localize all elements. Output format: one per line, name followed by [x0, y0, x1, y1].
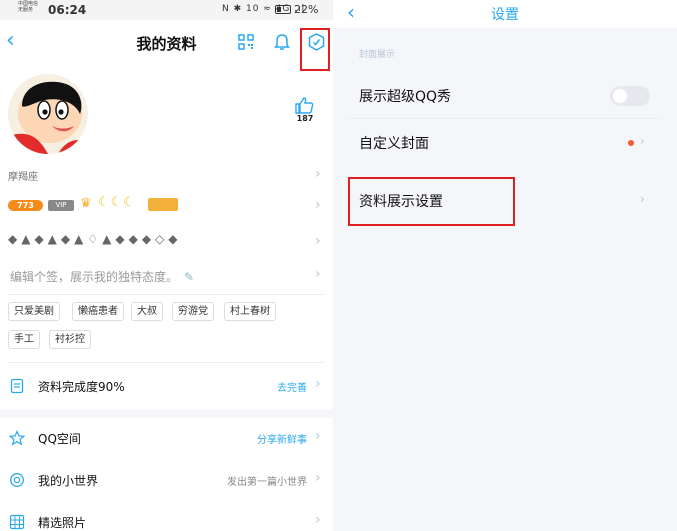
row-super-qq-show[interactable]: 展示超级QQ秀 — [347, 72, 663, 118]
list-item-qzone[interactable]: QQ空间 分享新鲜事 › — [0, 419, 333, 459]
battery-percent: 22% — [294, 3, 319, 16]
status-bar: 中国电信 无服务 06:24 N ✱ 10 ≈ 4G .ıl 22% — [0, 0, 333, 20]
divider — [8, 362, 325, 363]
chevron-right-icon[interactable]: › — [315, 197, 321, 213]
carrier-status: 无服务 — [18, 7, 34, 13]
status-time: 06:24 — [48, 3, 87, 17]
row-custom-cover[interactable]: 自定义封面 › — [347, 119, 663, 165]
list-action: 分享新鲜事 — [257, 435, 307, 446]
highlight-box — [300, 28, 330, 71]
section-gap — [0, 410, 333, 418]
tag-item[interactable]: 只爱美剧 — [8, 302, 60, 321]
list-item-featured-photos[interactable]: 精选照片 › — [0, 503, 333, 531]
battery-icon — [275, 5, 291, 14]
star-icon — [9, 430, 25, 446]
tag-item[interactable]: 穷游党 — [172, 302, 214, 321]
carrier-label: 中国电信 无服务 — [18, 1, 38, 13]
diamond-badges-icon: ◆▲◆▲◆▲♢▲◆◆◆◇◆ — [8, 232, 182, 246]
highlight-box — [348, 177, 515, 226]
tag-item[interactable]: 懒癌患者 — [72, 302, 124, 321]
list-item-profile-completion[interactable]: 资料完成度90% 去完善 › — [0, 367, 333, 407]
chevron-right-icon: › — [315, 428, 321, 444]
chevron-right-icon[interactable]: › — [315, 166, 321, 182]
chevron-right-icon: › — [640, 134, 645, 148]
chevron-right-icon: › — [315, 470, 321, 486]
level-badge: 773 — [8, 200, 43, 211]
grid-icon — [9, 514, 25, 530]
list-label: 资料完成度90% — [38, 380, 125, 394]
chevron-right-icon: › — [315, 512, 321, 528]
vip-badge: VIP — [48, 200, 74, 211]
signature-input[interactable]: 编辑个签，展示我的独特态度。 ✎ — [10, 268, 194, 285]
chevron-right-icon[interactable]: › — [315, 233, 321, 249]
list-label: 精选照片 — [38, 516, 87, 530]
page-title: 设置 — [491, 7, 519, 23]
section-label: 封面展示 — [359, 50, 396, 60]
super-qq-show-toggle[interactable] — [610, 86, 650, 106]
avatar[interactable] — [8, 74, 88, 154]
like-count: 187 — [296, 114, 314, 123]
constellation-label: 摩羯座 — [8, 172, 38, 183]
divider — [8, 294, 325, 295]
settings-header: ‹ 设置 — [333, 0, 677, 28]
tag-item[interactable]: 衬衫控 — [49, 330, 91, 349]
status-icons: N ✱ 10 ≈ 4G .ıl — [222, 4, 306, 14]
row-label: 展示超级QQ秀 — [359, 89, 452, 105]
tag-item[interactable]: 村上春树 — [224, 302, 276, 321]
list-label: 我的小世界 — [38, 474, 99, 488]
document-icon — [10, 378, 24, 394]
tag-item[interactable]: 手工 — [8, 330, 40, 349]
moon-icons: ☾☾☾ — [98, 195, 136, 210]
chevron-right-icon: › — [640, 192, 645, 206]
gift-badge-icon — [148, 198, 178, 211]
new-indicator-dot — [628, 140, 634, 146]
circle-icon — [10, 473, 24, 487]
thumbs-up-icon[interactable] — [294, 96, 316, 114]
profile-screen: 中国电信 无服务 06:24 N ✱ 10 ≈ 4G .ıl 22% ‹ 我的资… — [0, 0, 333, 531]
qr-code-icon[interactable] — [238, 34, 254, 50]
profile-header: ‹ 我的资料 — [0, 20, 333, 64]
crown-icon: ♛ — [80, 196, 92, 211]
tag-item[interactable]: 大叔 — [131, 302, 163, 321]
chevron-right-icon: › — [315, 376, 321, 392]
toggle-knob — [613, 89, 627, 103]
row-label: 自定义封面 — [359, 136, 429, 152]
list-item-small-world[interactable]: 我的小世界 发出第一篇小世界 › — [0, 461, 333, 501]
list-label: QQ空间 — [38, 432, 81, 446]
edit-pen-icon: ✎ — [184, 270, 195, 284]
bell-icon[interactable] — [274, 33, 290, 51]
chevron-right-icon[interactable]: › — [315, 266, 321, 282]
settings-screen: ‹ 设置 封面展示 展示超级QQ秀 自定义封面 › 资料展示设置 › — [333, 0, 677, 531]
list-action: 去完善 — [277, 383, 307, 394]
list-action: 发出第一篇小世界 — [227, 477, 307, 488]
signature-placeholder: 编辑个签，展示我的独特态度。 — [10, 270, 179, 284]
